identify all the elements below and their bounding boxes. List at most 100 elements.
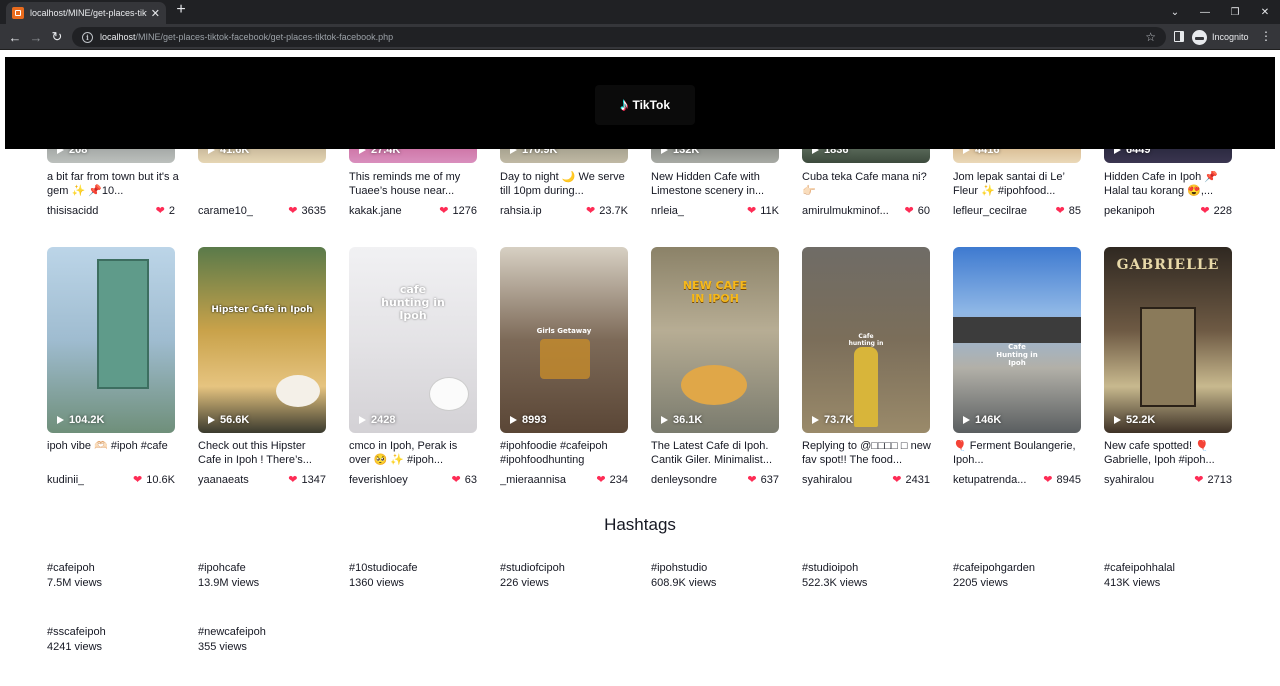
video-author[interactable]: lefleur_cecilrae bbox=[953, 205, 1027, 217]
video-caption[interactable]: The Latest Cafe di Ipoh. Cantik Giler. M… bbox=[651, 440, 783, 467]
like-count: ❤ 11K bbox=[747, 204, 779, 218]
video-thumbnail[interactable]: cafe hunting in Ipoh 2428 bbox=[349, 247, 477, 433]
video-caption[interactable] bbox=[198, 171, 330, 198]
hashtag-name[interactable]: #cafeipohgarden bbox=[953, 562, 1093, 574]
play-icon bbox=[661, 416, 668, 424]
video-caption[interactable]: New cafe spotted! 🎈 Gabrielle, Ipoh #ipo… bbox=[1104, 440, 1236, 467]
like-count: ❤ 8945 bbox=[1043, 473, 1081, 487]
window-controls: ⌄ — ❐ ✕ bbox=[1160, 0, 1280, 24]
hashtag-item[interactable]: #cafeipoh 7.5M views bbox=[47, 562, 187, 589]
hashtag-name[interactable]: #studiofcipoh bbox=[500, 562, 640, 574]
hashtag-name[interactable]: #ipohstudio bbox=[651, 562, 791, 574]
video-thumbnail[interactable]: Girls Getaway 8993 bbox=[500, 247, 628, 433]
heart-icon: ❤ bbox=[288, 205, 298, 217]
video-author[interactable]: syahiralou bbox=[802, 474, 852, 486]
like-count: ❤ 63 bbox=[451, 473, 477, 487]
heart-icon: ❤ bbox=[586, 205, 596, 217]
video-overlay-text: Hipster Cafe in Ipoh bbox=[211, 305, 313, 315]
close-window-button[interactable]: ✕ bbox=[1250, 0, 1280, 24]
reload-icon[interactable]: ↻ bbox=[48, 28, 66, 46]
restore-button[interactable]: ❐ bbox=[1220, 0, 1250, 24]
hashtag-item[interactable]: #ipohcafe 13.9M views bbox=[198, 562, 338, 589]
tab-search-icon[interactable]: ⌄ bbox=[1160, 0, 1190, 24]
hashtag-name[interactable]: #cafeipoh bbox=[47, 562, 187, 574]
browser-tab[interactable]: localhost/MINE/get-places-tikto ✕ bbox=[6, 2, 166, 24]
video-caption[interactable]: This reminds me of my Tuaee’s house near… bbox=[349, 171, 481, 198]
back-arrow-icon[interactable]: ← bbox=[6, 28, 24, 46]
heart-icon: ❤ bbox=[288, 474, 298, 486]
video-author[interactable]: nrleia_ bbox=[651, 205, 684, 217]
hashtag-name[interactable]: #cafeipohhalal bbox=[1104, 562, 1244, 574]
hashtag-item[interactable]: #studioipoh 522.3K views bbox=[802, 562, 942, 589]
page-content: 208 a bit far from town but it's a gem ✨… bbox=[0, 51, 1280, 686]
hashtag-item[interactable]: #newcafeipoh 355 views bbox=[198, 626, 338, 653]
video-thumbnail[interactable]: Hipster Cafe in Ipoh 56.6K bbox=[198, 247, 326, 433]
browser-menu-icon[interactable]: ⋮ bbox=[1260, 29, 1272, 43]
site-info-icon[interactable]: i bbox=[82, 31, 93, 43]
video-author[interactable]: thisisacidd bbox=[47, 205, 98, 217]
like-count: ❤ 60 bbox=[904, 204, 930, 218]
sauce-bowl-image bbox=[276, 375, 320, 407]
play-icon bbox=[963, 416, 970, 424]
video-caption[interactable]: New Hidden Cafe with Limestone scenery i… bbox=[651, 171, 783, 198]
hashtag-name[interactable]: #sscafeipoh bbox=[47, 626, 187, 638]
video-author[interactable]: _mieraannisa bbox=[500, 474, 566, 486]
video-caption[interactable]: a bit far from town but it's a gem ✨ 📌10… bbox=[47, 171, 179, 198]
video-thumbnail[interactable]: NEW CAFE IN IPOH 36.1K bbox=[651, 247, 779, 433]
incognito-indicator[interactable]: Incognito bbox=[1192, 28, 1249, 46]
url-text[interactable]: localhost/MINE/get-places-tiktok-faceboo… bbox=[100, 32, 1145, 42]
address-bar[interactable]: i localhost/MINE/get-places-tiktok-faceb… bbox=[72, 27, 1166, 47]
video-caption[interactable]: Hidden Cafe in Ipoh 📌 Halal tau korang 😍… bbox=[1104, 171, 1236, 198]
video-author[interactable]: kakak.jane bbox=[349, 205, 402, 217]
hashtag-item[interactable]: #studiofcipoh 226 views bbox=[500, 562, 640, 589]
hashtag-name[interactable]: #newcafeipoh bbox=[198, 626, 338, 638]
hashtag-name[interactable]: #studioipoh bbox=[802, 562, 942, 574]
tiktok-logo[interactable]: ♪ TikTok bbox=[595, 85, 695, 125]
video-author[interactable]: feverishloey bbox=[349, 474, 408, 486]
hashtag-item[interactable]: #10studiocafe 1360 views bbox=[349, 562, 489, 589]
video-caption[interactable]: Cuba teka Cafe mana ni? 👉🏻 bbox=[802, 171, 934, 198]
video-caption[interactable]: #ipohfoodie #cafeipoh #ipohfoodhunting bbox=[500, 440, 632, 467]
video-caption[interactable]: Jom lepak santai di Le’ Fleur ✨ #ipohfoo… bbox=[953, 171, 1085, 198]
tab-close-icon[interactable]: ✕ bbox=[151, 7, 160, 20]
hashtag-item[interactable]: #ipohstudio 608.9K views bbox=[651, 562, 791, 589]
new-tab-button[interactable]: + bbox=[172, 1, 190, 21]
tab-title: localhost/MINE/get-places-tikto bbox=[30, 8, 147, 18]
video-author[interactable]: amirulmukminof... bbox=[802, 205, 889, 217]
hashtag-item[interactable]: #sscafeipoh 4241 views bbox=[47, 626, 187, 653]
heart-icon: ❤ bbox=[747, 474, 757, 486]
hashtag-name[interactable]: #10studiocafe bbox=[349, 562, 489, 574]
tiktok-logo-text: TikTok bbox=[632, 98, 671, 112]
video-author[interactable]: rahsia.ip bbox=[500, 205, 542, 217]
video-author[interactable]: yaanaeats bbox=[198, 474, 249, 486]
video-thumbnail[interactable]: GABRIELLE 52.2K bbox=[1104, 247, 1232, 433]
bookmark-star-icon[interactable]: ☆ bbox=[1145, 30, 1156, 44]
video-author[interactable]: pekanipoh bbox=[1104, 205, 1155, 217]
hashtag-name[interactable]: #ipohcafe bbox=[198, 562, 338, 574]
like-count: ❤ 1347 bbox=[288, 473, 326, 487]
video-thumbnail[interactable]: Cafe Hunting in Ipoh 146K bbox=[953, 247, 1081, 433]
video-caption[interactable]: Day to night 🌙 We serve till 10pm during… bbox=[500, 171, 632, 198]
play-count: 104.2K bbox=[57, 414, 104, 426]
video-thumbnail[interactable]: 104.2K bbox=[47, 247, 175, 433]
like-count: ❤ 637 bbox=[747, 473, 779, 487]
video-author[interactable]: syahiralou bbox=[1104, 474, 1154, 486]
video-caption[interactable]: cmco in Ipoh, Perak is over 🥺 ✨ #ipoh... bbox=[349, 440, 481, 467]
side-panel-icon[interactable] bbox=[1174, 31, 1184, 42]
video-author[interactable]: ketupatrenda... bbox=[953, 474, 1026, 486]
hashtag-views: 7.5M views bbox=[47, 577, 103, 589]
video-caption[interactable]: Check out this Hipster Cafe in Ipoh ! Th… bbox=[198, 440, 330, 467]
video-author[interactable]: carame10_ bbox=[198, 205, 253, 217]
hashtag-item[interactable]: #cafeipohgarden 2205 views bbox=[953, 562, 1093, 589]
minimize-button[interactable]: — bbox=[1190, 0, 1220, 24]
video-author[interactable]: kudinii_ bbox=[47, 474, 84, 486]
video-caption[interactable]: 🎈 Ferment Boulangerie, Ipoh... bbox=[953, 440, 1085, 467]
hashtag-item[interactable]: #cafeipohhalal 413K views bbox=[1104, 562, 1244, 589]
video-caption[interactable]: Replying to @□□□□ □ new fav spot!! The f… bbox=[802, 440, 934, 467]
video-author[interactable]: denleysondre bbox=[651, 474, 717, 486]
heart-icon: ❤ bbox=[451, 474, 461, 486]
video-caption[interactable]: ipoh vibe 🫶🏻 #ipoh #cafe bbox=[47, 440, 179, 467]
shopfront-door-image bbox=[1140, 307, 1196, 407]
forward-arrow-icon[interactable]: → bbox=[27, 28, 45, 46]
video-thumbnail[interactable]: Cafe hunting in Ipoh 73.7K bbox=[802, 247, 930, 433]
